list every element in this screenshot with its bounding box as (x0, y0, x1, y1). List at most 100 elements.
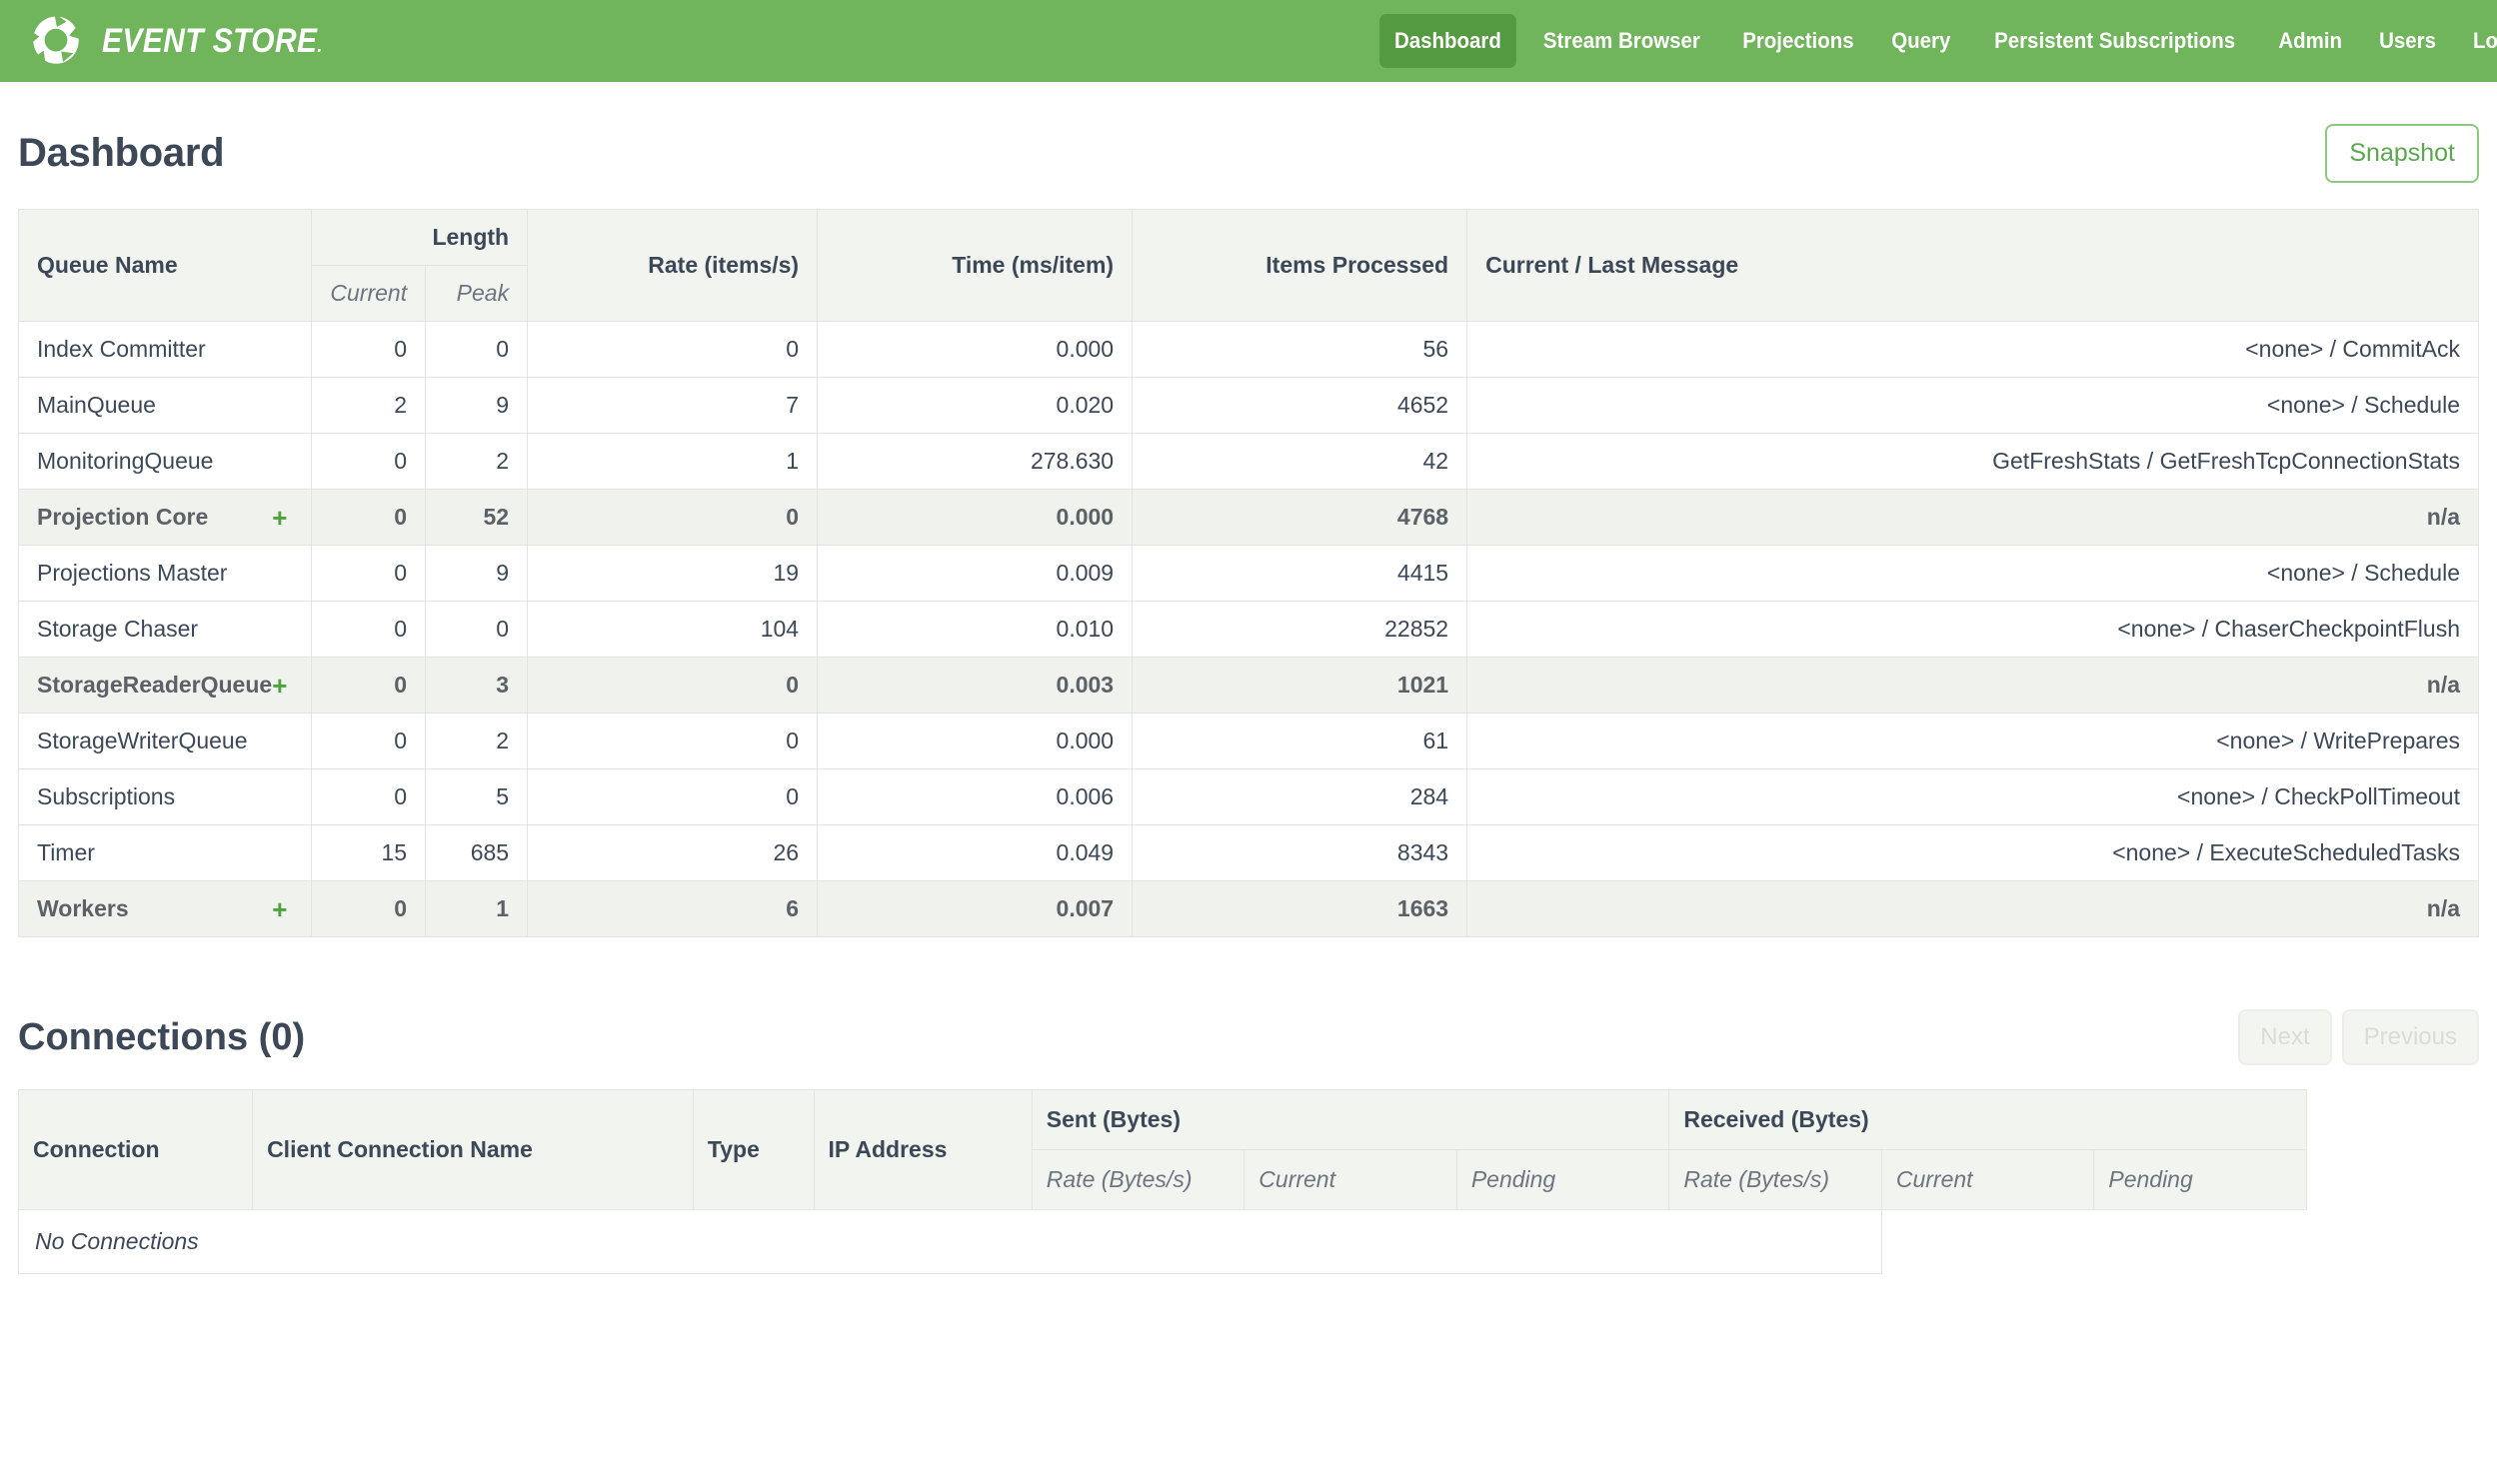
queue-items-processed-cell: 1663 (1132, 880, 1468, 937)
col-received-rate[interactable]: Rate (Bytes/s) (1668, 1149, 1882, 1210)
nav-link-persistent-subscriptions[interactable]: Persistent Subscriptions (1979, 14, 2250, 68)
queue-length-peak-cell: 2 (425, 713, 529, 769)
queue-row[interactable]: MonitoringQueue 0 2 1 278.630 42 GetFreshStats… (17, 433, 2479, 490)
queue-length-current-cell: 0 (311, 601, 427, 658)
nav-link-projections[interactable]: Projections (1727, 14, 1868, 68)
nav-link-users[interactable]: Users (2364, 14, 2451, 68)
col-length[interactable]: Length (311, 209, 529, 266)
queue-length-current-cell: 0 (311, 433, 427, 490)
page-header: Dashboard Snapshot (18, 82, 2479, 209)
nav-link-query[interactable]: Query (1877, 14, 1966, 68)
queue-name-cell: Timer (17, 824, 313, 881)
expand-plus-icon[interactable]: + (272, 673, 293, 699)
connections-header: Connections (0) Next Previous (18, 937, 2479, 1089)
queue-row[interactable]: MainQueue 2 9 7 0.020 4652 <none> / Schedule (17, 377, 2479, 434)
col-connection[interactable]: Connection (17, 1089, 254, 1210)
expand-plus-icon[interactable]: + (272, 896, 293, 922)
col-sent-bytes[interactable]: Sent (Bytes) (1031, 1089, 1670, 1150)
queue-time-cell: 278.630 (817, 433, 1134, 490)
queue-rate-cell: 26 (527, 824, 819, 881)
queue-rate-cell: 0 (527, 489, 819, 546)
queue-name-label: MainQueue (37, 392, 156, 418)
brand-logo-link[interactable]: EVENT STORE. (28, 13, 353, 69)
previous-button[interactable]: Previous (2341, 1009, 2479, 1065)
col-rate[interactable]: Rate (items/s) (527, 209, 819, 322)
queue-name-label: Workers (37, 895, 129, 921)
next-button[interactable]: Next (2238, 1009, 2332, 1065)
col-received-current[interactable]: Current (1880, 1149, 2095, 1210)
primary-navigation: Dashboard Stream Browser Projections Que… (1374, 14, 2497, 68)
queue-message-cell: <none> / WritePrepares (1466, 713, 2479, 769)
queue-row[interactable]: Index Committer 0 0 0 0.000 56 <none> / Commit… (17, 321, 2479, 378)
queue-name-cell: Workers + (17, 880, 313, 937)
connections-title: Connections (0) (18, 1015, 306, 1058)
queue-rate-cell: 6 (527, 880, 819, 937)
col-queue-name[interactable]: Queue Name (17, 209, 313, 322)
col-ip-address[interactable]: IP Address (813, 1089, 1033, 1210)
col-type[interactable]: Type (692, 1089, 815, 1210)
nav-link-log-out[interactable]: Log Out (2458, 14, 2497, 68)
queue-name-cell: MonitoringQueue (17, 433, 313, 490)
snapshot-button[interactable]: Snapshot (2325, 124, 2479, 183)
queue-message-cell: <none> / ChaserCheckpointFlush (1466, 601, 2479, 658)
col-length-current[interactable]: Current (311, 265, 427, 322)
col-time[interactable]: Time (ms/item) (817, 209, 1134, 322)
queue-length-peak-cell: 9 (425, 545, 529, 602)
queue-name-cell: Projection Core + (17, 489, 313, 546)
queue-items-processed-cell: 4415 (1132, 545, 1468, 602)
queue-items-processed-cell: 61 (1132, 713, 1468, 769)
nav-link-admin[interactable]: Admin (2264, 14, 2357, 68)
queue-message-cell: n/a (1466, 880, 2479, 937)
queue-message-cell: <none> / CheckPollTimeout (1466, 768, 2479, 825)
queue-name-cell: Projections Master (17, 545, 313, 602)
queue-name-label: Subscriptions (37, 783, 176, 809)
connections-table-body: No Connections (18, 1209, 2307, 1274)
queue-name-label: MonitoringQueue (37, 448, 214, 474)
queue-time-cell: 0.003 (817, 657, 1134, 714)
col-current-last-message[interactable]: Current / Last Message (1466, 209, 2479, 322)
queue-name-label: StorageReaderQueue (37, 672, 273, 698)
connections-pager: Next Previous (2238, 1009, 2479, 1065)
col-client-connection-name[interactable]: Client Connection Name (252, 1089, 694, 1210)
queue-name-label: StorageWriterQueue (37, 728, 248, 753)
queue-items-processed-cell: 284 (1132, 768, 1468, 825)
no-connections-message: No Connections (18, 1209, 1882, 1274)
col-sent-current[interactable]: Current (1244, 1149, 1457, 1210)
queues-table: Queue Name Length Rate (items/s) Time (m… (17, 209, 2479, 937)
nav-link-dashboard[interactable]: Dashboard (1379, 14, 1516, 68)
queue-message-cell: n/a (1466, 489, 2479, 546)
col-length-peak[interactable]: Peak (425, 265, 529, 322)
queue-message-cell: <none> / ExecuteScheduledTasks (1466, 824, 2479, 881)
col-items-processed[interactable]: Items Processed (1132, 209, 1468, 322)
col-sent-pending[interactable]: Pending (1455, 1149, 1670, 1210)
queue-row[interactable]: Storage Chaser 0 0 104 0.010 22852 <none> / Ch… (17, 601, 2479, 658)
queues-table-head: Queue Name Length Rate (items/s) Time (m… (17, 209, 2479, 322)
col-received-bytes[interactable]: Received (Bytes) (1668, 1089, 2307, 1150)
queue-length-current-cell: 0 (311, 713, 427, 769)
col-received-pending[interactable]: Pending (2093, 1149, 2307, 1210)
brand-name: EVENT STORE. (102, 22, 323, 60)
queue-row[interactable]: Subscriptions 0 5 0 0.006 284 <none> / CheckPo… (17, 768, 2479, 825)
queue-row[interactable]: StorageWriterQueue 0 2 0 0.000 61 <none> / Wri… (17, 713, 2479, 769)
expand-plus-icon[interactable]: + (272, 505, 293, 531)
queue-row[interactable]: Workers +0 1 6 0.007 1663 n/a (17, 880, 2479, 937)
queue-row[interactable]: Projection Core +0 52 0 0.000 4768 n/a (17, 489, 2479, 546)
connections-table-head: Connection Client Connection Name Type I… (17, 1089, 2307, 1210)
queue-length-peak-cell: 0 (425, 601, 529, 658)
queue-rate-cell: 0 (527, 768, 819, 825)
queue-row[interactable]: Timer 15 685 26 0.049 8343 <none> / ExecuteSch… (17, 824, 2479, 881)
queue-items-processed-cell: 22852 (1132, 601, 1468, 658)
queue-row[interactable]: StorageReaderQueue +0 3 0 0.003 1021 n/a (17, 657, 2479, 714)
queue-row[interactable]: Projections Master 0 9 19 0.009 4415 <none> / … (17, 545, 2479, 602)
top-navbar: EVENT STORE. Dashboard Stream Browser Pr… (0, 0, 2497, 82)
queue-message-cell: <none> / Schedule (1466, 377, 2479, 434)
queue-name-cell: Index Committer (17, 321, 313, 378)
queue-name-cell: Storage Chaser (17, 601, 313, 658)
queue-time-cell: 0.006 (817, 768, 1134, 825)
queue-name-label: Timer (37, 839, 95, 865)
queue-items-processed-cell: 42 (1132, 433, 1468, 490)
queue-name-label: Index Committer (37, 336, 206, 362)
queue-time-cell: 0.000 (817, 321, 1134, 378)
nav-link-stream-browser[interactable]: Stream Browser (1528, 14, 1715, 68)
col-sent-rate[interactable]: Rate (Bytes/s) (1031, 1149, 1246, 1210)
